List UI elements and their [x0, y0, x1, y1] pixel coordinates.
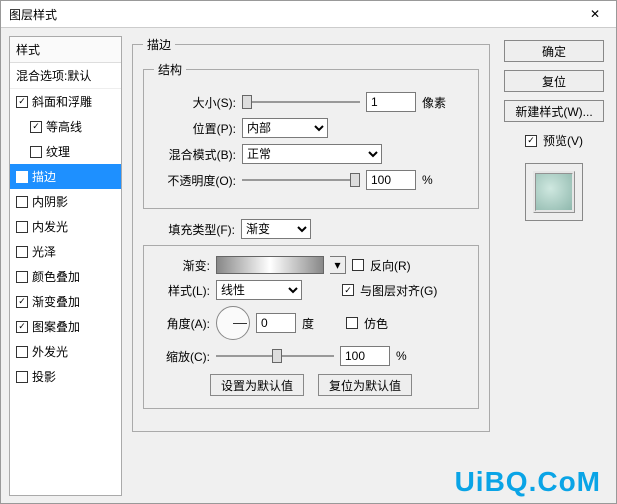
- right-panel: 确定 复位 新建样式(W)... 预览(V): [500, 36, 608, 496]
- sidebar-item-9[interactable]: 图案叠加: [10, 314, 121, 339]
- sidebar-item-label: 等高线: [46, 118, 82, 135]
- sidebar-item-2[interactable]: 纹理: [10, 139, 121, 164]
- newstyle-button[interactable]: 新建样式(W)...: [504, 100, 604, 122]
- preview-swatch: [533, 171, 575, 213]
- sidebar-checkbox-7[interactable]: [16, 271, 28, 283]
- sidebar-item-label: 颜色叠加: [32, 268, 80, 285]
- scale-slider[interactable]: [216, 347, 334, 365]
- filltype-select[interactable]: 渐变: [241, 219, 311, 239]
- angle-dial[interactable]: [216, 306, 250, 340]
- sidebar-header: 样式: [10, 37, 121, 63]
- sidebar-item-label: 内阴影: [32, 193, 68, 210]
- preview-label: 预览(V): [543, 132, 583, 149]
- cancel-button[interactable]: 复位: [504, 70, 604, 92]
- style-select[interactable]: 线性: [216, 280, 302, 300]
- sidebar-checkbox-4[interactable]: [16, 196, 28, 208]
- dither-label: 仿色: [364, 315, 388, 332]
- sidebar-item-label: 描边: [32, 168, 56, 185]
- reverse-label: 反向(R): [370, 257, 411, 274]
- sidebar-item-11[interactable]: 投影: [10, 364, 121, 389]
- opacity-slider[interactable]: [242, 171, 360, 189]
- reverse-checkbox[interactable]: [352, 259, 364, 271]
- preview-checkbox[interactable]: [525, 135, 537, 147]
- sidebar-item-label: 图案叠加: [32, 318, 80, 335]
- sidebar-checkbox-1[interactable]: [30, 121, 42, 133]
- sidebar-item-7[interactable]: 颜色叠加: [10, 264, 121, 289]
- sidebar-item-label: 投影: [32, 368, 56, 385]
- watermark: UiBQ.CoM: [455, 466, 601, 498]
- gradient-swatch[interactable]: [216, 256, 324, 274]
- sidebar-item-0[interactable]: 斜面和浮雕: [10, 89, 121, 114]
- alignlayer-label: 与图层对齐(G): [360, 282, 437, 299]
- sidebar-item-6[interactable]: 光泽: [10, 239, 121, 264]
- structure-fieldset: 结构 大小(S): 像素 位置(P): 内部 混合模式(B): 正常: [143, 61, 479, 209]
- chevron-down-icon: ▾: [334, 258, 340, 272]
- set-default-button[interactable]: 设置为默认值: [210, 374, 304, 396]
- sidebar-checkbox-11[interactable]: [16, 371, 28, 383]
- sidebar-item-label: 纹理: [46, 143, 70, 160]
- position-label: 位置(P):: [154, 120, 236, 137]
- sidebar-checkbox-5[interactable]: [16, 221, 28, 233]
- gradient-label: 渐变:: [154, 257, 210, 274]
- fill-fieldset: 渐变: ▾ 反向(R) 样式(L): 线性 与图层对齐(G): [143, 245, 479, 409]
- size-input[interactable]: [366, 92, 416, 112]
- dither-checkbox[interactable]: [346, 317, 358, 329]
- filltype-label: 填充类型(F):: [153, 221, 235, 238]
- alignlayer-checkbox[interactable]: [342, 284, 354, 296]
- structure-legend: 结构: [154, 61, 186, 78]
- opacity-label: 不透明度(O):: [154, 172, 236, 189]
- sidebar-item-label: 内发光: [32, 218, 68, 235]
- sidebar-checkbox-10[interactable]: [16, 346, 28, 358]
- sidebar-checkbox-3[interactable]: [16, 171, 28, 183]
- angle-input[interactable]: [256, 313, 296, 333]
- scale-unit: %: [396, 349, 407, 363]
- sidebar-item-label: 外发光: [32, 343, 68, 360]
- angle-label: 角度(A):: [154, 315, 210, 332]
- sidebar-item-3[interactable]: 描边: [10, 164, 121, 189]
- angle-unit: 度: [302, 315, 314, 332]
- sidebar-item-1[interactable]: 等高线: [10, 114, 121, 139]
- ok-button[interactable]: 确定: [504, 40, 604, 62]
- sidebar-checkbox-6[interactable]: [16, 246, 28, 258]
- close-icon: ✕: [590, 7, 600, 21]
- sidebar-checkbox-8[interactable]: [16, 296, 28, 308]
- style-label: 样式(L):: [154, 282, 210, 299]
- titlebar: 图层样式 ✕: [1, 1, 616, 28]
- close-button[interactable]: ✕: [574, 1, 616, 28]
- position-select[interactable]: 内部: [242, 118, 328, 138]
- sidebar-item-8[interactable]: 渐变叠加: [10, 289, 121, 314]
- sidebar-blend-options[interactable]: 混合选项:默认: [10, 63, 121, 89]
- sidebar-item-5[interactable]: 内发光: [10, 214, 121, 239]
- size-label: 大小(S):: [154, 94, 236, 111]
- scale-input[interactable]: [340, 346, 390, 366]
- sidebar-checkbox-0[interactable]: [16, 96, 28, 108]
- sidebar-item-label: 渐变叠加: [32, 293, 80, 310]
- scale-label: 缩放(C):: [154, 348, 210, 365]
- size-unit: 像素: [422, 94, 446, 111]
- preview-thumbnail: [525, 163, 583, 221]
- gradient-dropdown[interactable]: ▾: [330, 256, 346, 274]
- sidebar-item-label: 斜面和浮雕: [32, 93, 92, 110]
- styles-sidebar: 样式 混合选项:默认 斜面和浮雕等高线纹理描边内阴影内发光光泽颜色叠加渐变叠加图…: [9, 36, 122, 496]
- opacity-unit: %: [422, 173, 433, 187]
- blendmode-select[interactable]: 正常: [242, 144, 382, 164]
- sidebar-checkbox-2[interactable]: [30, 146, 42, 158]
- sidebar-item-label: 光泽: [32, 243, 56, 260]
- opacity-input[interactable]: [366, 170, 416, 190]
- reset-default-button[interactable]: 复位为默认值: [318, 374, 412, 396]
- sidebar-item-4[interactable]: 内阴影: [10, 189, 121, 214]
- window-title: 图层样式: [9, 6, 57, 23]
- stroke-legend: 描边: [143, 36, 175, 53]
- blendmode-label: 混合模式(B):: [154, 146, 236, 163]
- sidebar-checkbox-9[interactable]: [16, 321, 28, 333]
- center-panel: 描边 结构 大小(S): 像素 位置(P): 内部 混合模式(B):: [122, 36, 500, 496]
- stroke-fieldset: 描边 结构 大小(S): 像素 位置(P): 内部 混合模式(B):: [132, 36, 490, 432]
- sidebar-item-10[interactable]: 外发光: [10, 339, 121, 364]
- size-slider[interactable]: [242, 93, 360, 111]
